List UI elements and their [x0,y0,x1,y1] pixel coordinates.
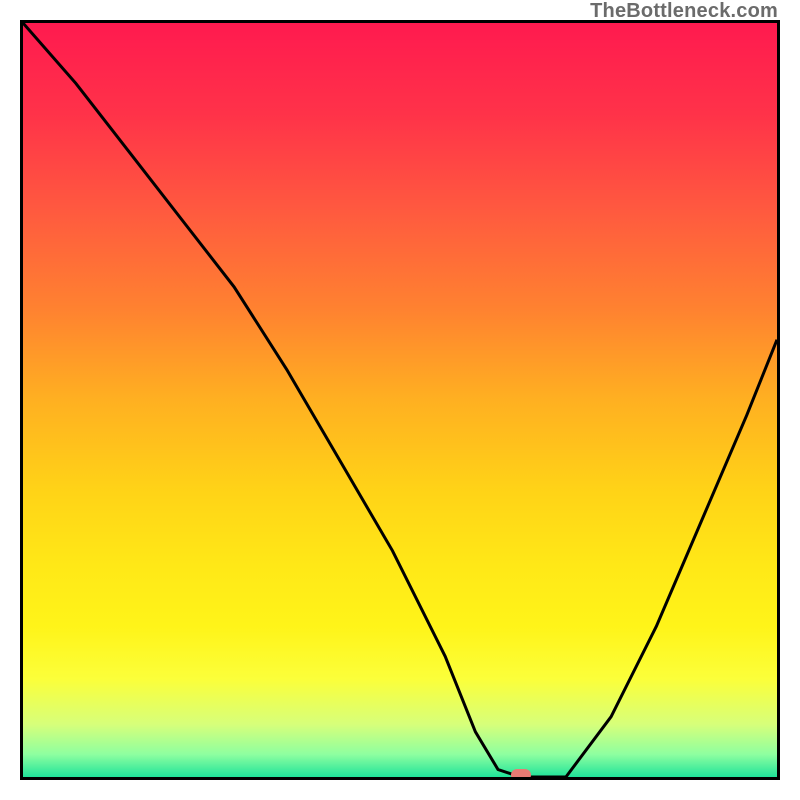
frame: TheBottleneck.com [0,0,800,800]
minimum-marker [511,769,531,780]
plot-area [20,20,780,780]
gradient-background [23,23,777,777]
